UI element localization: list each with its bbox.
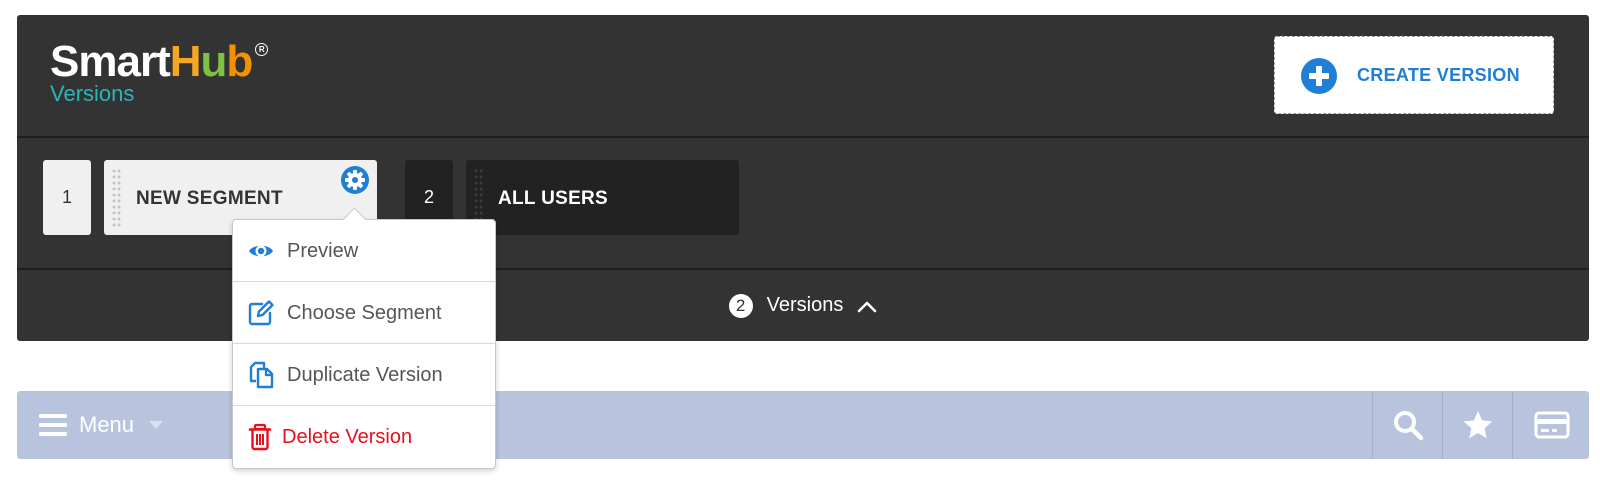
drag-handle-icon[interactable] xyxy=(112,168,122,228)
menu-label: Menu xyxy=(79,412,135,437)
caret-down-icon xyxy=(149,421,164,429)
logo-word-smart: Smart xyxy=(50,37,171,86)
copy-icon xyxy=(249,361,274,389)
trash-icon xyxy=(248,423,272,451)
versions-label: Versions xyxy=(766,294,844,316)
create-version-button[interactable]: CREATE VERSION xyxy=(1274,36,1554,114)
menu-button[interactable]: Menu xyxy=(39,391,164,459)
search-button[interactable] xyxy=(1372,391,1443,459)
menu-item-label: Choose Segment xyxy=(287,302,442,324)
registered-mark: R xyxy=(255,43,269,56)
header: SmartHub R Versions CREATE VERSION xyxy=(17,15,1589,138)
plus-circle-icon xyxy=(1301,58,1337,94)
segment-label-all-users: ALL USERS xyxy=(498,188,609,209)
menu-item-label: Duplicate Version xyxy=(287,364,443,386)
segment-index-1: 1 xyxy=(43,160,91,235)
segment-context-menu: Preview Choose Segment Duplicate Version… xyxy=(232,207,496,469)
versions-count-badge: 2 xyxy=(728,293,753,318)
gear-icon[interactable] xyxy=(341,166,369,194)
smarthub-logo: SmartHub R Versions xyxy=(50,37,269,106)
header-divider xyxy=(17,136,1589,138)
menu-item-duplicate-version[interactable]: Duplicate Version xyxy=(233,344,495,405)
menu-item-label: Delete Version xyxy=(282,426,413,448)
menu-item-preview[interactable]: Preview xyxy=(233,220,495,281)
credit-card-icon xyxy=(1534,411,1569,439)
menu-item-choose-segment[interactable]: Choose Segment xyxy=(233,282,495,343)
logo-letter-u: u xyxy=(200,37,228,86)
logo-subtitle: Versions xyxy=(50,81,135,106)
menu-item-delete-version[interactable]: Delete Version xyxy=(233,406,495,467)
chevron-up-icon xyxy=(858,301,877,312)
star-icon xyxy=(1463,411,1493,439)
hamburger-icon xyxy=(39,414,67,436)
billing-button[interactable] xyxy=(1512,391,1590,459)
edit-icon xyxy=(248,300,274,326)
segment-card-all-users[interactable]: ALL USERS xyxy=(466,160,739,235)
logo-letter-b: b xyxy=(226,37,253,86)
menu-item-label: Preview xyxy=(287,240,359,262)
search-icon xyxy=(1394,411,1424,441)
create-version-label: CREATE VERSION xyxy=(1357,65,1520,85)
logo-letter-h: H xyxy=(169,37,202,86)
favorites-button[interactable] xyxy=(1442,391,1513,459)
eye-icon xyxy=(249,245,273,257)
